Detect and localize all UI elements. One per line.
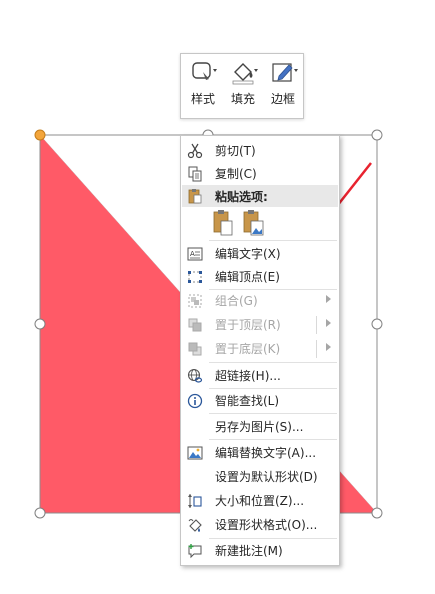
svg-text:A: A	[190, 250, 195, 258]
split-divider	[316, 316, 317, 334]
menu-item-edit-text[interactable]: A 编辑文字(X)	[181, 242, 339, 266]
style-button[interactable]: 样式	[184, 54, 222, 118]
menu-item-format-shape[interactable]: 设置形状格式(O)...	[181, 513, 339, 537]
new-comment-icon	[188, 544, 202, 559]
outline-label: 边框	[270, 92, 295, 106]
paste-as-picture-button[interactable]	[241, 209, 265, 237]
paste-options-header: 粘贴选项:	[182, 185, 338, 207]
resize-handle-middle-left[interactable]	[34, 318, 46, 330]
menu-item-edit-points[interactable]: 编辑顶点(E)	[181, 265, 339, 289]
menu-item-hyperlink[interactable]: 超链接(H)...	[181, 364, 339, 388]
group-icon	[188, 294, 202, 308]
smart-lookup-icon	[187, 393, 203, 409]
menu-label: 智能查找(L)	[215, 394, 280, 408]
paste-options-label: 粘贴选项:	[215, 190, 268, 204]
fill-label: 填充	[230, 92, 255, 106]
shape-style-icon	[192, 62, 217, 80]
menu-label: 组合(G)	[215, 294, 258, 308]
resize-handle-bottom-left[interactable]	[34, 507, 46, 519]
menu-item-smart-lookup[interactable]: 智能查找(L)	[181, 389, 339, 413]
menu-label: 新建批注(M)	[215, 544, 283, 558]
menu-item-cut[interactable]: 剪切(T)	[181, 139, 339, 163]
menu-label: 编辑顶点(E)	[215, 270, 280, 284]
menu-label: 另存为图片(S)...	[215, 420, 304, 434]
menu-label: 置于顶层(R)	[215, 318, 281, 332]
clipboard-icon	[188, 189, 202, 204]
menu-item-save-as-picture[interactable]: 另存为图片(S)...	[181, 415, 339, 439]
size-position-icon	[188, 494, 202, 508]
menu-label: 大小和位置(Z)...	[215, 494, 305, 508]
submenu-arrow-icon	[326, 295, 331, 303]
resize-handle-top-right[interactable]	[371, 129, 383, 141]
menu-label: 编辑替换文字(A)...	[215, 446, 317, 460]
pen-outline-icon	[272, 63, 298, 82]
menu-separator	[209, 439, 337, 440]
paste-keep-source-button[interactable]	[211, 209, 235, 237]
paint-bucket-icon	[232, 63, 258, 85]
menu-separator	[209, 362, 337, 363]
resize-handle-middle-right[interactable]	[371, 318, 383, 330]
menu-item-edit-alt-text[interactable]: 编辑替换文字(A)...	[181, 441, 339, 465]
bring-to-front-icon	[188, 318, 202, 332]
menu-item-copy[interactable]: 复制(C)	[181, 162, 339, 186]
menu-label: 置于底层(K)	[215, 342, 281, 356]
send-to-back-icon	[188, 342, 202, 356]
submenu-arrow-icon[interactable]	[326, 343, 331, 351]
outline-button[interactable]: 边框	[264, 54, 302, 118]
menu-item-group[interactable]: 组合(G)	[181, 289, 339, 313]
menu-label: 剪切(T)	[215, 144, 256, 158]
fill-button[interactable]: 填充	[224, 54, 262, 118]
split-divider	[316, 340, 317, 358]
resize-handle-top-left[interactable]	[34, 129, 46, 141]
menu-item-new-comment[interactable]: 新建批注(M)	[181, 539, 339, 563]
edit-points-icon	[188, 271, 202, 283]
menu-item-send-to-back[interactable]: 置于底层(K)	[181, 337, 339, 361]
context-menu: 剪切(T) 复制(C) 粘贴选项: A 编辑文字(X) 编辑顶点(E) 组合(G…	[180, 135, 340, 566]
resize-handle-bottom-right[interactable]	[371, 507, 383, 519]
mini-toolbar: 样式 填充 边框	[180, 53, 304, 119]
alt-text-icon	[187, 446, 203, 460]
menu-separator	[209, 413, 337, 414]
menu-label: 超链接(H)...	[215, 369, 281, 383]
copy-icon	[188, 166, 202, 182]
menu-label: 设置形状格式(O)...	[215, 518, 318, 532]
submenu-arrow-icon[interactable]	[326, 319, 331, 327]
menu-separator	[209, 240, 337, 241]
menu-label: 设置为默认形状(D)	[215, 470, 318, 484]
paste-as-picture-icon	[243, 210, 264, 236]
menu-item-bring-to-front[interactable]: 置于顶层(R)	[181, 313, 339, 337]
menu-label: 编辑文字(X)	[215, 247, 281, 261]
text-box-icon: A	[187, 247, 203, 261]
format-shape-icon	[188, 519, 202, 532]
style-label: 样式	[190, 92, 215, 106]
hyperlink-icon	[187, 368, 203, 383]
menu-label: 复制(C)	[215, 167, 257, 181]
paste-keep-source-icon	[213, 210, 233, 236]
menu-item-set-default-shape[interactable]: 设置为默认形状(D)	[181, 465, 339, 489]
scissors-icon	[187, 143, 203, 159]
menu-item-size-and-position[interactable]: 大小和位置(Z)...	[181, 489, 339, 513]
